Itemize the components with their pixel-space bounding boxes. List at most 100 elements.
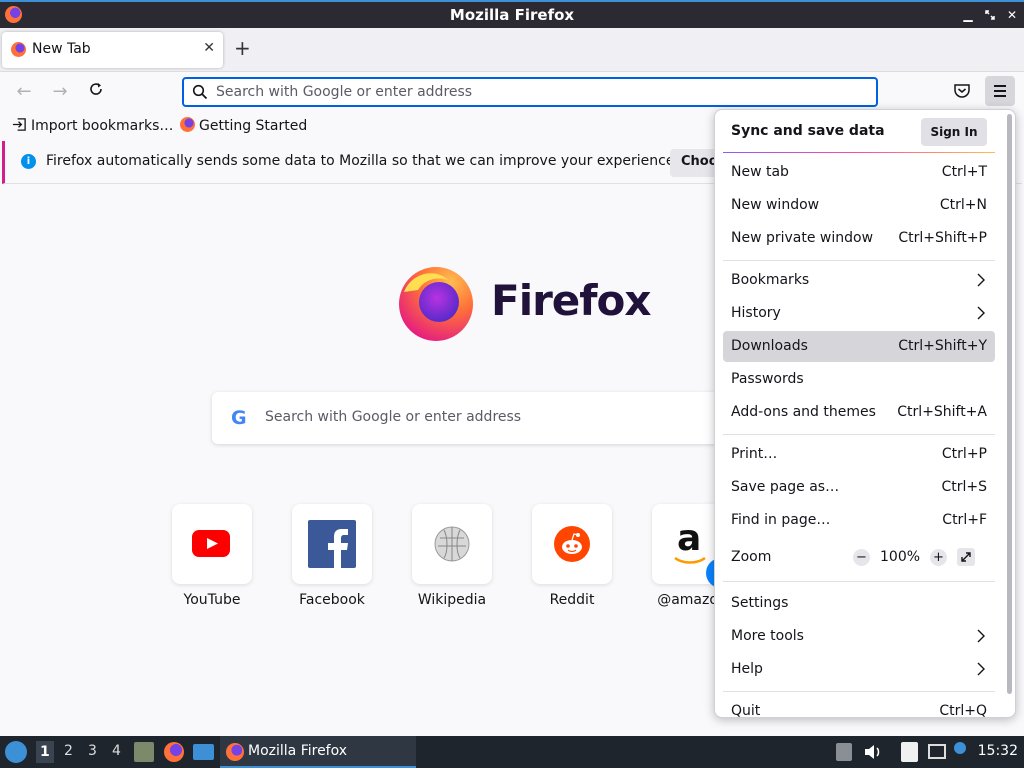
menu-item-label: Bookmarks [731, 272, 810, 288]
menu-item-new-window[interactable]: New window Ctrl+N [723, 190, 995, 221]
info-icon: i [21, 154, 36, 169]
url-bar[interactable] [182, 77, 878, 107]
top-site-wikipedia[interactable]: Wikipedia [412, 504, 492, 608]
chevron-right-icon [977, 273, 985, 287]
sign-in-button[interactable]: Sign In [921, 118, 987, 146]
menu-item-help[interactable]: Help [723, 654, 995, 685]
taskbar: 1 2 3 4 Mozilla Firefox 15:32 [0, 736, 1024, 768]
menu-item-downloads[interactable]: Downloads Ctrl+Shift+Y [723, 331, 995, 362]
zoom-in-button[interactable]: + [930, 549, 947, 566]
zoom-out-button[interactable]: − [853, 549, 870, 566]
menu-item-label: Downloads [731, 338, 808, 354]
navigation-bar: ← → [0, 71, 1024, 111]
menu-separator [723, 434, 995, 435]
window-title: Mozilla Firefox [449, 6, 575, 24]
search-icon [192, 84, 208, 100]
menu-item-new-private-window[interactable]: New private window Ctrl+Shift+P [723, 223, 995, 254]
menu-item-print[interactable]: Print… Ctrl+P [723, 439, 995, 470]
top-site-label: Reddit [549, 592, 595, 608]
top-site-facebook[interactable]: Facebook [292, 504, 372, 608]
network-icon[interactable] [928, 744, 946, 759]
file-manager-icon[interactable] [134, 742, 154, 762]
top-site-reddit[interactable]: Reddit [532, 504, 612, 608]
top-site-youtube[interactable]: YouTube [172, 504, 252, 608]
menu-item-label: Settings [731, 595, 789, 611]
app-menu-button[interactable] [985, 76, 1015, 106]
menu-item-save-page[interactable]: Save page as… Ctrl+S [723, 472, 995, 503]
google-icon: G [231, 407, 247, 429]
menu-item-quit[interactable]: Quit Ctrl+Q [723, 696, 995, 718]
menu-item-settings[interactable]: Settings [723, 588, 995, 619]
top-site-tile [292, 504, 372, 584]
taskbar-window-firefox[interactable]: Mozilla Firefox [220, 736, 416, 768]
new-tab-button[interactable]: + [234, 38, 251, 58]
menu-item-shortcut: Ctrl+Shift+A [897, 404, 987, 420]
volume-icon[interactable] [863, 743, 883, 761]
tab-new-tab[interactable]: New Tab ✕ [2, 32, 223, 68]
menu-item-label: History [731, 305, 781, 321]
updates-icon[interactable] [954, 742, 966, 754]
menu-item-label: Quit [731, 703, 761, 718]
workspace-1[interactable]: 1 [36, 741, 54, 763]
forward-button[interactable]: → [48, 80, 72, 104]
menu-item-label: New window [731, 197, 820, 213]
hamburger-icon [994, 85, 1006, 87]
menu-item-label: Save page as… [731, 479, 840, 495]
menu-separator [723, 152, 995, 153]
top-site-tile [172, 504, 252, 584]
reload-icon [90, 83, 102, 95]
firefox-logo-icon [399, 267, 473, 341]
close-window-button[interactable]: ✕ [1002, 4, 1022, 26]
workspace-3[interactable]: 3 [88, 743, 97, 759]
close-tab-icon[interactable]: ✕ [203, 40, 215, 56]
top-site-label: Facebook [299, 592, 365, 608]
back-button[interactable]: ← [12, 80, 36, 104]
url-input[interactable] [216, 82, 856, 102]
menu-item-more-tools[interactable]: More tools [723, 621, 995, 652]
tray-eject-icon[interactable] [836, 743, 852, 761]
title-bar: Mozilla Firefox ▁ ✕ [0, 0, 1024, 28]
maximize-icon[interactable] [980, 4, 1000, 26]
reddit-icon [554, 526, 590, 562]
bookmark-label: Getting Started [199, 118, 308, 134]
menu-item-history[interactable]: History [723, 298, 995, 329]
reload-button[interactable] [84, 80, 108, 104]
zoom-level[interactable]: 100% [880, 549, 920, 565]
notification-text: Firefox automatically sends some data to… [46, 153, 679, 169]
firefox-launcher-icon[interactable] [164, 742, 184, 762]
menu-item-shortcut: Ctrl+F [942, 512, 987, 528]
menu-item-passwords[interactable]: Passwords [723, 364, 995, 395]
chevron-right-icon [977, 629, 985, 643]
menu-item-addons-themes[interactable]: Add-ons and themes Ctrl+Shift+A [723, 397, 995, 428]
menu-item-new-tab[interactable]: New tab Ctrl+T [723, 157, 995, 188]
minimize-button[interactable]: ▁ [958, 4, 978, 26]
bookmark-import[interactable]: Import bookmarks… [12, 117, 173, 134]
top-site-tile [532, 504, 612, 584]
pocket-icon [954, 84, 970, 98]
amazon-smile-icon [674, 556, 706, 564]
menu-item-shortcut: Ctrl+Shift+P [898, 230, 987, 246]
clock[interactable]: 15:32 [978, 743, 1018, 759]
taskbar-window-label: Mozilla Firefox [248, 743, 348, 759]
tab-label: New Tab [32, 41, 91, 57]
menu-item-shortcut: Ctrl+T [941, 164, 987, 180]
menu-item-bookmarks[interactable]: Bookmarks [723, 265, 995, 296]
start-menu-icon[interactable] [5, 741, 27, 763]
menu-item-find-in-page[interactable]: Find in page… Ctrl+F [723, 505, 995, 536]
menu-item-zoom: Zoom − 100% + [723, 542, 995, 573]
workspace-2[interactable]: 2 [64, 743, 73, 759]
menu-scrollbar[interactable] [1007, 114, 1012, 694]
tab-strip: New Tab ✕ + [0, 28, 1024, 71]
zoom-control: − 100% + [853, 546, 983, 570]
show-desktop-icon[interactable] [193, 744, 214, 760]
fullscreen-icon [961, 552, 971, 562]
menu-item-shortcut: Ctrl+Q [939, 703, 987, 718]
pocket-button[interactable] [953, 82, 971, 104]
bookmark-getting-started[interactable]: Getting Started [180, 117, 307, 134]
clipboard-icon[interactable] [901, 742, 918, 762]
firefox-icon [226, 743, 244, 761]
workspace-4[interactable]: 4 [112, 743, 121, 759]
fullscreen-button[interactable] [957, 548, 975, 566]
top-site-label: Wikipedia [417, 592, 487, 608]
menu-item-label: Zoom [731, 549, 772, 565]
